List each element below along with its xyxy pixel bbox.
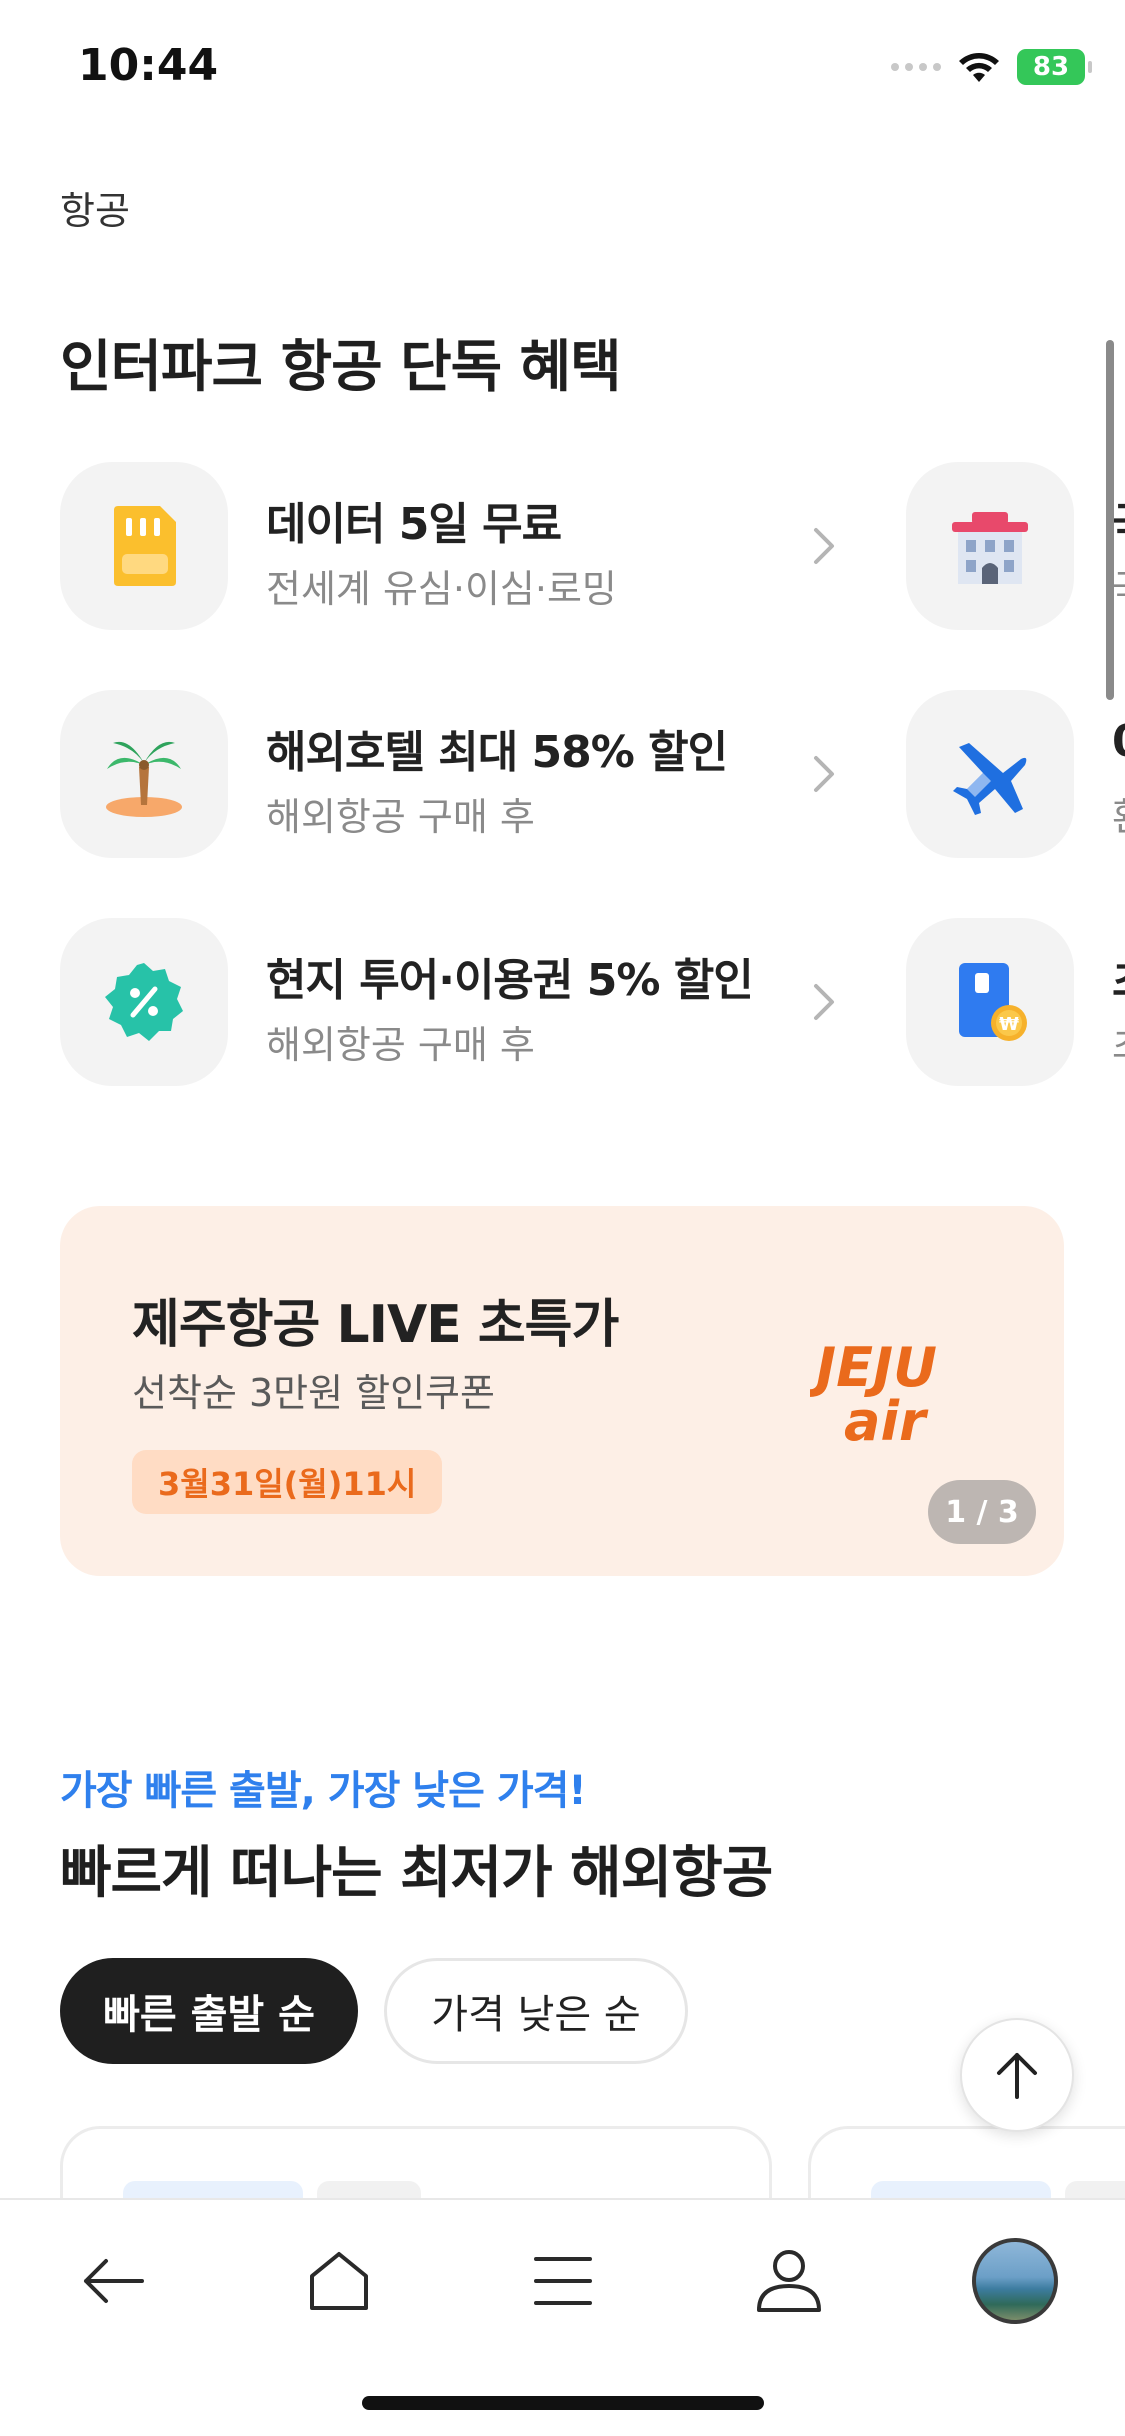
promo-pagination: 1 / 3 [928,1480,1036,1544]
page-title: 항공 [60,189,130,233]
benefit-icon-container [60,918,228,1086]
cellular-signal-icon [891,63,941,71]
palm-tree-icon [106,741,182,817]
benefit-title: 현지 투어·이용권 5% 할인 [266,955,754,1006]
hotel-building-icon [952,512,1028,584]
benefit-title-peek: 초 [1112,944,1125,1008]
benefit-subtitle: 해외항공 구매 후 [266,795,535,839]
status-time: 10:44 [78,40,219,91]
svg-text:₩: ₩ [999,1014,1019,1035]
svg-text:air: air [844,1390,929,1453]
scroll-to-top-button[interactable] [960,2018,1074,2132]
menu-icon [534,2257,592,2305]
battery-icon: 83 [1017,49,1092,85]
wifi-icon [959,53,999,82]
payment-card-icon: ₩ [959,963,1027,1041]
scrollbar[interactable] [1106,340,1114,700]
benefit-item-hotel[interactable]: 국 국 [906,462,1125,630]
chevron-right-icon [814,984,834,1020]
deals-section-title: 빠르게 떠나는 최저가 해외항공 [60,1841,773,1906]
nav-menu-button[interactable] [518,2236,608,2326]
sim-card-icon [114,506,176,586]
promo-title: 제주항공 LIVE 초특가 [132,1295,619,1355]
arrow-up-icon [997,2053,1037,2099]
jeju-air-logo: JEJU air [810,1336,937,1453]
sort-earliest-departure-button[interactable]: 빠른 출발 순 [60,1958,358,2064]
back-arrow-icon [84,2259,144,2303]
benefit-item-tour[interactable]: 현지 투어·이용권 5% 할인 해외항공 구매 후 [60,918,840,1086]
chevron-right-icon [814,528,834,564]
benefit-subtitle-peek: 환 [1112,786,1125,841]
benefit-item-airline[interactable]: 0 환 [906,690,1125,858]
benefit-icon-container: ₩ [906,918,1074,1086]
profile-avatar[interactable] [972,2238,1058,2324]
chevron-right-icon [814,756,834,792]
battery-level: 83 [1032,52,1070,82]
home-indicator [362,2396,764,2410]
benefit-item-hotel-discount[interactable]: 해외호텔 최대 58% 할인 해외항공 구매 후 [60,690,840,858]
deals-caption: 가장 빠른 출발, 가장 낮은 가격! [60,1768,587,1814]
promo-banner[interactable]: 제주항공 LIVE 초특가 선착순 3만원 할인쿠폰 3월31일(월)11시 J… [60,1206,1064,1576]
nav-home-button[interactable] [294,2236,384,2326]
user-icon [757,2250,821,2312]
benefit-title: 데이터 5일 무료 [266,499,562,550]
benefit-item-data[interactable]: 데이터 5일 무료 전세계 유심·이심·로밍 [60,462,840,630]
benefit-icon-container [906,462,1074,630]
nav-my-page-button[interactable] [744,2236,834,2326]
benefit-item-payment[interactable]: ₩ 초 초 [906,918,1125,1086]
benefit-title-peek: 0 [1112,716,1125,767]
benefits-section-title: 인터파크 항공 단독 혜택 [60,335,622,400]
status-bar: 10:44 83 [0,0,1125,130]
benefit-icon-container [60,462,228,630]
discount-badge-icon [105,963,183,1041]
benefit-icon-container [906,690,1074,858]
benefit-subtitle-peek: 초 [1112,1014,1125,1069]
promo-date-tag: 3월31일(월)11시 [132,1450,443,1514]
home-icon [310,2252,368,2310]
nav-back-button[interactable] [68,2236,158,2326]
benefit-icon-container [60,690,228,858]
benefit-subtitle: 해외항공 구매 후 [266,1023,535,1067]
airplane-icon [953,743,1027,815]
benefit-subtitle: 전세계 유심·이심·로밍 [266,567,617,611]
status-indicators: 83 [891,44,1092,90]
sort-lowest-price-button[interactable]: 가격 낮은 순 [384,1958,688,2064]
benefit-title: 해외호텔 최대 58% 할인 [266,727,728,778]
promo-subtitle: 선착순 3만원 할인쿠폰 [132,1371,495,1415]
